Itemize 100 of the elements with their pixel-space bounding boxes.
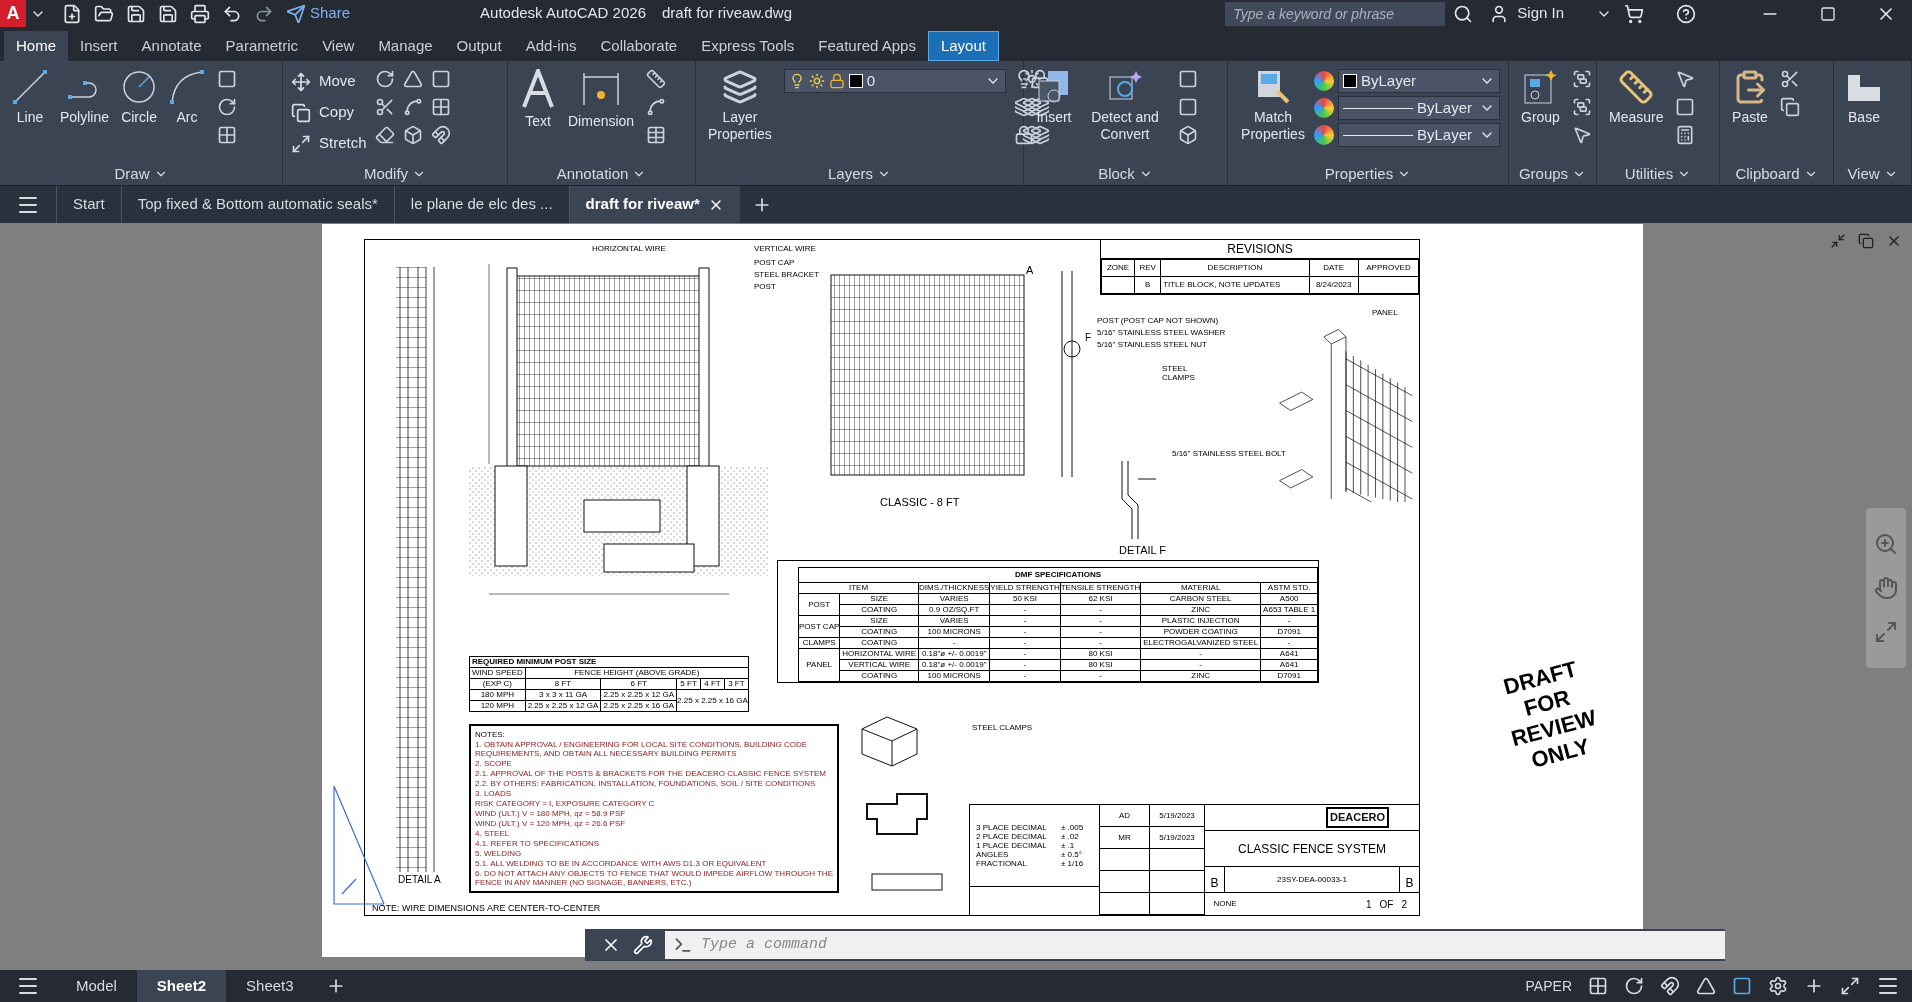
panel-title[interactable]: Layers	[828, 162, 873, 186]
print-icon[interactable]	[190, 3, 210, 24]
panel-title[interactable]: Groups	[1518, 162, 1569, 186]
table-icon[interactable]	[646, 125, 667, 145]
sign-in-button[interactable]: Sign In	[1489, 2, 1564, 25]
quick-select-icon[interactable]	[1675, 69, 1696, 89]
space-tab[interactable]: Sheet2	[136, 970, 227, 1002]
grid-icon[interactable]	[1588, 976, 1608, 996]
ribbon-tool-button[interactable]: Dimension	[564, 69, 639, 130]
property-dropdown[interactable]: ByLayer	[1338, 69, 1500, 93]
layer-dropdown[interactable]: 0	[783, 69, 1006, 93]
array-icon[interactable]	[430, 97, 451, 117]
panel-title[interactable]: Annotation	[556, 162, 629, 186]
erase-icon[interactable]	[374, 125, 395, 145]
save-as-icon[interactable]	[158, 3, 178, 24]
fillet-icon[interactable]	[402, 97, 423, 117]
panel-title[interactable]: Properties	[1324, 162, 1394, 186]
ribbon-tab[interactable]: Annotate	[129, 31, 214, 61]
redo-icon[interactable]	[254, 3, 274, 24]
minimize-viewport-icon[interactable]	[1830, 233, 1846, 249]
panel-title[interactable]: Clipboard	[1735, 162, 1800, 186]
cart-icon[interactable]	[1624, 3, 1644, 24]
app-logo[interactable]: A	[0, 0, 26, 27]
copy-clip-icon[interactable]	[1780, 97, 1800, 117]
ribbon-tab[interactable]: Home	[4, 31, 68, 61]
ribbon-tab[interactable]: Layout	[927, 31, 999, 61]
size-text: B	[1205, 867, 1225, 892]
help-icon[interactable]	[1676, 3, 1696, 24]
ribbon-tool-button[interactable]: Copy	[291, 100, 367, 125]
zoom-icon[interactable]	[1874, 532, 1898, 556]
ribbon-tab[interactable]: Parametric	[213, 31, 311, 61]
note-text: 5. WELDING	[475, 849, 523, 858]
undo-icon[interactable]	[222, 3, 242, 24]
search-field[interactable]: Type a keyword or phrase	[1225, 1, 1446, 26]
table-cell: 8/24/2023	[1309, 276, 1359, 294]
panel-title[interactable]: Draw	[114, 162, 150, 186]
ribbon-tab[interactable]: Featured Apps	[806, 31, 928, 61]
ribbon-tool-button[interactable]: Group	[1517, 69, 1564, 126]
table-cell: 120 MPH	[469, 700, 526, 712]
ribbon-tool-button[interactable]: Layer Properties	[704, 69, 776, 143]
note-text: NOTE: WIRE DIMENSIONS ARE CENTER-TO-CENTER	[372, 902, 601, 915]
ribbon-tab[interactable]: Manage	[366, 31, 445, 61]
ribbon-tool-button[interactable]: Paste	[1728, 69, 1772, 126]
ungroup-icon[interactable]	[1571, 69, 1592, 89]
new-file-icon[interactable]	[62, 3, 82, 24]
ribbon-tab[interactable]: View	[310, 31, 367, 61]
ribbon-tool-button[interactable]: Arc	[165, 69, 210, 126]
ribbon-tool-button[interactable]: Polyline	[56, 69, 114, 126]
linear-dimension-icon[interactable]	[646, 69, 667, 89]
ribbon-tab[interactable]: Express Tools	[689, 31, 807, 61]
selection-icon[interactable]	[1732, 976, 1752, 996]
space-tab[interactable]: Model	[56, 970, 137, 1002]
rectangle-icon[interactable]	[217, 69, 238, 89]
calculator-icon[interactable]	[1675, 125, 1696, 145]
ribbon-tab[interactable]: Collaborate	[588, 31, 690, 61]
fullscreen-icon[interactable]	[1840, 976, 1860, 996]
ribbon-tool-button[interactable]: Stretch	[291, 131, 367, 156]
save-icon[interactable]	[126, 3, 146, 24]
open-folder-icon[interactable]	[94, 3, 114, 24]
extents-icon[interactable]	[1874, 620, 1898, 644]
ribbon-tool-button[interactable]: Match Properties	[1236, 69, 1310, 143]
leader-icon[interactable]	[646, 97, 667, 117]
pan-hand-icon[interactable]	[1874, 576, 1898, 600]
wrench-icon[interactable]	[633, 935, 653, 955]
command-field[interactable]: Type a command	[665, 931, 1725, 959]
ribbon-tool-button[interactable]: Measure	[1605, 69, 1668, 126]
tolerance-value: ± .005	[1061, 823, 1085, 832]
cut-icon[interactable]	[1780, 69, 1800, 89]
snap-icon[interactable]	[1660, 976, 1680, 996]
document-tab[interactable]: draft for riveaw*	[568, 185, 740, 224]
panel-title[interactable]: Utilities	[1624, 162, 1674, 186]
ribbon-tab[interactable]: Insert	[68, 31, 130, 61]
ribbon-tool-button[interactable]: Detect and Convert	[1080, 69, 1170, 143]
share-button[interactable]: Share	[286, 2, 351, 25]
ribbon-tool-button[interactable]: Move	[291, 69, 367, 94]
panel-title[interactable]: Modify	[363, 162, 409, 186]
maximize-icon[interactable]	[1820, 5, 1836, 22]
table-cell: PLASTIC INJECTION	[1140, 615, 1261, 627]
search-icon[interactable]	[1453, 3, 1474, 24]
property-dropdown[interactable]: ByLayer	[1338, 96, 1500, 120]
property-dropdown[interactable]: ByLayer	[1338, 123, 1500, 147]
panel-title[interactable]: View	[1847, 162, 1880, 186]
trim-icon[interactable]	[374, 97, 395, 117]
ribbon-tool-button[interactable]: Text	[516, 69, 560, 130]
rotate-icon[interactable]	[374, 69, 395, 89]
ribbon-tool-button[interactable]: Line	[8, 69, 52, 126]
space-tab[interactable]: Sheet3	[226, 970, 314, 1002]
table-cell: -	[1140, 659, 1261, 671]
panel-title[interactable]: Block	[1098, 162, 1135, 186]
command-input[interactable]: Type a command	[701, 933, 1717, 957]
ribbon-tool-button[interactable]: Insert	[1032, 69, 1076, 126]
ribbon-tool-button[interactable]: Base	[1842, 69, 1886, 126]
group-select-icon[interactable]	[1571, 125, 1592, 145]
restore-icon[interactable]	[1858, 233, 1874, 249]
ribbon-tool-button[interactable]: Circle	[117, 69, 162, 126]
ribbon-tab[interactable]: Output	[444, 31, 514, 61]
ribbon-tab[interactable]: Add-ins	[513, 31, 589, 61]
space-toggle[interactable]: PAPER	[1525, 975, 1572, 997]
settings-icon[interactable]	[1768, 976, 1788, 996]
group-edit-icon[interactable]	[1571, 97, 1592, 117]
